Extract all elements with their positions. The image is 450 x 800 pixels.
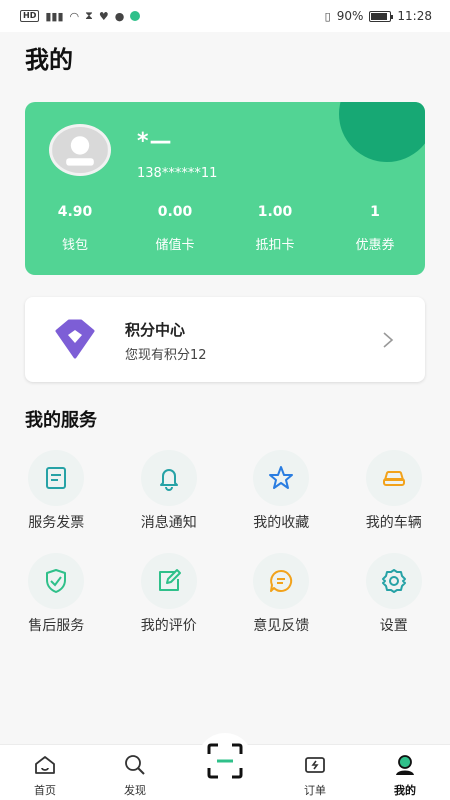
chevron-right-icon: [383, 332, 394, 348]
gear-icon: [381, 569, 406, 593]
stat-value: 0.00: [157, 204, 193, 220]
points-tag-icon: [55, 319, 95, 359]
edit-icon: [158, 569, 181, 591]
service-feedback[interactable]: 意见反馈: [225, 553, 338, 656]
service-icon-circle: [140, 553, 197, 609]
service-icon-circle: [365, 450, 422, 506]
service-invoice[interactable]: 服务发票: [0, 450, 113, 553]
hourglass-icon: ⧗: [85, 9, 93, 22]
service-after-sales[interactable]: 售后服务: [0, 553, 113, 656]
stat-label: 抵扣卡: [255, 238, 295, 253]
service-label: 我的收藏: [253, 515, 310, 531]
stat-value: 4.90: [57, 204, 93, 220]
heart-icon: ♥: [98, 9, 109, 23]
service-label: 消息通知: [140, 515, 197, 531]
stat-coupons[interactable]: 1 优惠券: [325, 204, 425, 253]
service-label: 服务发票: [28, 515, 85, 531]
status-right: ▯ 90% 11:28: [325, 9, 432, 23]
service-reviews[interactable]: 我的评价: [113, 553, 226, 656]
user-name: *—: [137, 129, 173, 154]
stats-row: 4.90 钱包 0.00 储值卡 1.00 抵扣卡 1 优惠券: [25, 204, 425, 253]
tab-label: 订单: [304, 784, 326, 797]
page-title: 我的: [25, 46, 73, 74]
service-notifications[interactable]: 消息通知: [113, 450, 226, 553]
stat-stored-value-card[interactable]: 0.00 储值卡: [125, 204, 225, 253]
points-balance: 您现有积分12: [125, 348, 207, 363]
service-favorites[interactable]: 我的收藏: [225, 450, 338, 553]
service-icon-circle: [140, 450, 197, 506]
hd-badge: HD: [20, 10, 40, 22]
profile-card[interactable]: *— 138******11 4.90 钱包 0.00 储值卡 1.00 抵扣卡…: [25, 102, 425, 275]
service-icon-circle: [365, 553, 422, 609]
card-decoration: [339, 102, 425, 162]
user-avatar-icon: [52, 127, 108, 173]
status-bar: HD ▮▮▮ ◠ ⧗ ♥ ● ▯ 90% 11:28: [0, 0, 450, 32]
services-row: 售后服务 我的评价 意见反馈 设置: [0, 553, 450, 656]
vibrate-icon: ▯: [324, 9, 331, 23]
stat-label: 优惠券: [355, 238, 395, 253]
service-settings[interactable]: 设置: [338, 553, 450, 656]
service-label: 我的车辆: [365, 515, 422, 531]
stat-wallet[interactable]: 4.90 钱包: [25, 204, 125, 253]
services-title: 我的服务: [25, 410, 97, 431]
clock: 11:28: [397, 9, 432, 23]
service-icon-circle: [253, 450, 310, 506]
tab-discover[interactable]: 发现: [90, 745, 180, 800]
search-icon: [125, 755, 145, 775]
service-vehicles[interactable]: 我的车辆: [338, 450, 450, 553]
services-grid: 服务发票 消息通知 我的收藏 我的车辆 售后服务 我的评价 意见反馈 设置: [0, 450, 450, 656]
points-title: 积分中心: [125, 321, 186, 339]
app-notification-icon: [130, 11, 141, 21]
tab-label: 首页: [34, 784, 56, 797]
order-icon: [305, 757, 325, 773]
wifi-icon: ◠: [69, 9, 80, 23]
invoice-icon: [46, 467, 67, 489]
signal-icon: ▮▮▮: [45, 9, 64, 23]
star-icon: [269, 466, 294, 489]
status-left: HD ▮▮▮ ◠ ⧗ ♥ ●: [20, 9, 141, 23]
profile-icon: [396, 755, 414, 775]
tab-label: 我的: [394, 784, 416, 797]
stat-deduction-card[interactable]: 1.00 抵扣卡: [225, 204, 325, 253]
scan-icon: [207, 743, 243, 779]
service-label: 我的评价: [140, 618, 197, 634]
battery-percent: 90%: [336, 9, 364, 23]
home-icon: [35, 756, 55, 774]
bottom-tab-bar: 首页 发现 订单 我的: [0, 733, 450, 800]
services-row: 服务发票 消息通知 我的收藏 我的车辆: [0, 450, 450, 553]
scan-button[interactable]: [197, 733, 253, 789]
points-center-card[interactable]: 积分中心 您现有积分12: [25, 297, 425, 382]
wechat-icon: ●: [114, 9, 125, 23]
tab-label: 发现: [124, 784, 146, 797]
service-icon-circle: [253, 553, 310, 609]
service-icon-circle: [28, 450, 85, 506]
tab-orders[interactable]: 订单: [270, 745, 360, 800]
tab-mine[interactable]: 我的: [360, 745, 450, 800]
shield-check-icon: [46, 569, 67, 593]
avatar[interactable]: [49, 124, 111, 176]
chat-icon: [270, 569, 293, 592]
service-label: 意见反馈: [253, 618, 310, 634]
user-phone: 138******11: [137, 166, 218, 181]
stat-value: 1: [370, 204, 380, 220]
stat-value: 1.00: [257, 204, 293, 220]
service-label: 售后服务: [28, 618, 85, 634]
bell-icon: [159, 469, 178, 491]
car-icon: [382, 470, 405, 486]
battery-icon: [369, 10, 394, 22]
service-icon-circle: [28, 553, 85, 609]
stat-label: 储值卡: [155, 238, 195, 253]
tab-scan[interactable]: [180, 733, 270, 800]
tab-home[interactable]: 首页: [0, 745, 90, 800]
service-label: 设置: [379, 618, 408, 634]
stat-label: 钱包: [61, 238, 88, 253]
